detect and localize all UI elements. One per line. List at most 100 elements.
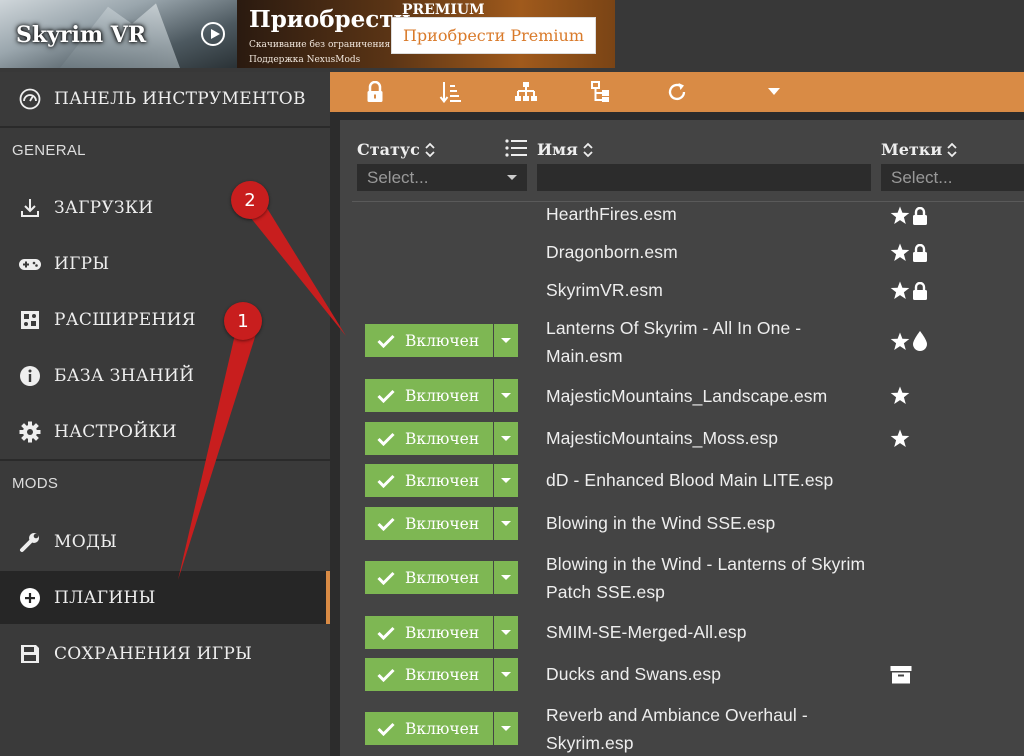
status-dropdown-button[interactable]: [494, 507, 518, 540]
checkmark-icon: [377, 571, 395, 585]
refresh-icon[interactable]: [665, 80, 689, 104]
hierarchy-icon[interactable]: [589, 80, 613, 104]
water-drop-icon: [912, 330, 928, 357]
sidebar-item-games[interactable]: ИГРЫ: [0, 240, 330, 288]
star-icon: [890, 386, 910, 410]
column-header-label: Метки: [881, 140, 943, 159]
sidebar-item-mods[interactable]: МОДЫ: [0, 518, 330, 566]
lock-icon: [912, 243, 928, 267]
sort-icon[interactable]: [583, 142, 593, 158]
status-label: Включен: [405, 514, 480, 533]
status-filter-select[interactable]: Select...: [357, 164, 527, 191]
get-premium-button[interactable]: Приобрести Premium: [391, 17, 596, 54]
status-dropdown-button[interactable]: [494, 658, 518, 691]
sidebar: ПАНЕЛЬ ИНСТРУМЕНТОВ GENERAL ЗАГРУЗКИ ИГР…: [0, 72, 330, 756]
status-toggle[interactable]: Включен: [365, 658, 518, 691]
sidebar-item-label: ПАНЕЛЬ ИНСТРУМЕНТОВ: [54, 89, 306, 109]
status-filter-placeholder: Select...: [367, 167, 429, 187]
status-dropdown-button[interactable]: [494, 561, 518, 594]
status-toggle[interactable]: Включен: [365, 616, 518, 649]
gear-icon: [18, 420, 42, 444]
enabled-button[interactable]: Включен: [365, 464, 493, 497]
game-tile[interactable]: Skyrim VR: [0, 0, 237, 68]
status-dropdown-button[interactable]: [494, 616, 518, 649]
star-icon: [890, 332, 910, 356]
sidebar-item-extensions[interactable]: РАСШИРЕНИЯ: [0, 296, 330, 344]
column-header-tags[interactable]: Метки: [881, 140, 957, 159]
checkmark-icon: [377, 334, 395, 348]
enabled-button[interactable]: Включен: [365, 324, 493, 357]
game-title: Skyrim VR: [16, 22, 147, 48]
enabled-button[interactable]: Включен: [365, 422, 493, 455]
enabled-button[interactable]: Включен: [365, 507, 493, 540]
promo-overlay-text: PREMIUM: [402, 2, 485, 18]
sort-order-icon[interactable]: [439, 80, 463, 104]
status-label: Включен: [405, 665, 480, 684]
status-toggle[interactable]: Включен: [365, 507, 518, 540]
section-label-general: GENERAL: [12, 142, 86, 159]
more-dropdown-icon[interactable]: [762, 80, 786, 104]
tags-filter-select[interactable]: Select...: [881, 164, 1024, 191]
enabled-button[interactable]: Включен: [365, 616, 493, 649]
sidebar-item-settings[interactable]: НАСТРОЙКИ: [0, 408, 330, 456]
download-icon: [18, 196, 42, 220]
sidebar-item-saves[interactable]: СОХРАНЕНИЯ ИГРЫ: [0, 630, 330, 678]
status-dropdown-button[interactable]: [494, 422, 518, 455]
enabled-button[interactable]: Включен: [365, 379, 493, 412]
plugin-name: Ducks and Swans.esp: [546, 664, 722, 684]
sidebar-item-plugins[interactable]: ПЛАГИНЫ: [0, 571, 330, 624]
status-toggle[interactable]: Включен: [365, 324, 518, 357]
sidebar-item-label: РАСШИРЕНИЯ: [54, 310, 196, 330]
column-select-icon[interactable]: [505, 139, 527, 157]
promo-line-support: Поддержка NexusMods: [249, 55, 361, 65]
lock-icon[interactable]: [363, 80, 387, 104]
star-icon: [890, 429, 910, 453]
annotation-badge-1: 1: [224, 302, 262, 340]
enabled-button[interactable]: Включен: [365, 712, 493, 745]
plugin-name: Blowing in the Wind - Lanterns of Skyrim…: [546, 554, 866, 602]
top-banner: Skyrim VR PREMIUM Приобрести Скачивание …: [0, 0, 1024, 72]
graph-icon[interactable]: [514, 80, 538, 104]
star-icon: [890, 281, 910, 305]
name-filter-input[interactable]: [537, 164, 871, 191]
column-header-status[interactable]: Статус: [357, 140, 435, 159]
status-dropdown-button[interactable]: [494, 324, 518, 357]
play-icon[interactable]: [201, 22, 225, 46]
dashboard-icon: [18, 87, 42, 111]
status-dropdown-button[interactable]: [494, 464, 518, 497]
sidebar-item-downloads[interactable]: ЗАГРУЗКИ: [0, 184, 330, 232]
sidebar-item-knowledge-base[interactable]: БАЗА ЗНАНИЙ: [0, 352, 330, 400]
archive-icon: [890, 665, 912, 690]
sidebar-divider: [0, 459, 330, 461]
status-toggle[interactable]: Включен: [365, 422, 518, 455]
plugin-name: SMIM-SE-Merged-All.esp: [546, 622, 747, 642]
status-toggle[interactable]: Включен: [365, 379, 518, 412]
promo-title: Приобрести: [249, 6, 411, 33]
enabled-button[interactable]: Включен: [365, 561, 493, 594]
checkmark-icon: [377, 389, 395, 403]
checkmark-icon: [377, 668, 395, 682]
status-dropdown-button[interactable]: [494, 379, 518, 412]
checkmark-icon: [377, 517, 395, 531]
plugin-name: SkyrimVR.esm: [546, 280, 663, 300]
status-toggle[interactable]: Включен: [365, 712, 518, 745]
status-toggle[interactable]: Включен: [365, 464, 518, 497]
column-header-name[interactable]: Имя: [537, 140, 593, 159]
enabled-button[interactable]: Включен: [365, 658, 493, 691]
plugin-name: Dragonborn.esm: [546, 242, 678, 262]
column-header-label: Статус: [357, 140, 420, 159]
sidebar-divider: [0, 126, 330, 128]
section-label-mods: MODS: [12, 475, 59, 492]
status-dropdown-button[interactable]: [494, 712, 518, 745]
sort-icon[interactable]: [947, 142, 957, 158]
sort-icon[interactable]: [425, 142, 435, 158]
app-window: Skyrim VR PREMIUM Приобрести Скачивание …: [0, 0, 1024, 756]
sidebar-item-label: БАЗА ЗНАНИЙ: [54, 366, 195, 386]
wrench-icon: [18, 530, 42, 554]
star-icon: [890, 206, 910, 230]
status-toggle[interactable]: Включен: [365, 561, 518, 594]
sidebar-item-dashboard[interactable]: ПАНЕЛЬ ИНСТРУМЕНТОВ: [0, 72, 330, 126]
sidebar-item-label: ЗАГРУЗКИ: [54, 198, 154, 218]
gamepad-icon: [18, 252, 42, 276]
sidebar-item-label: ПЛАГИНЫ: [54, 587, 156, 608]
